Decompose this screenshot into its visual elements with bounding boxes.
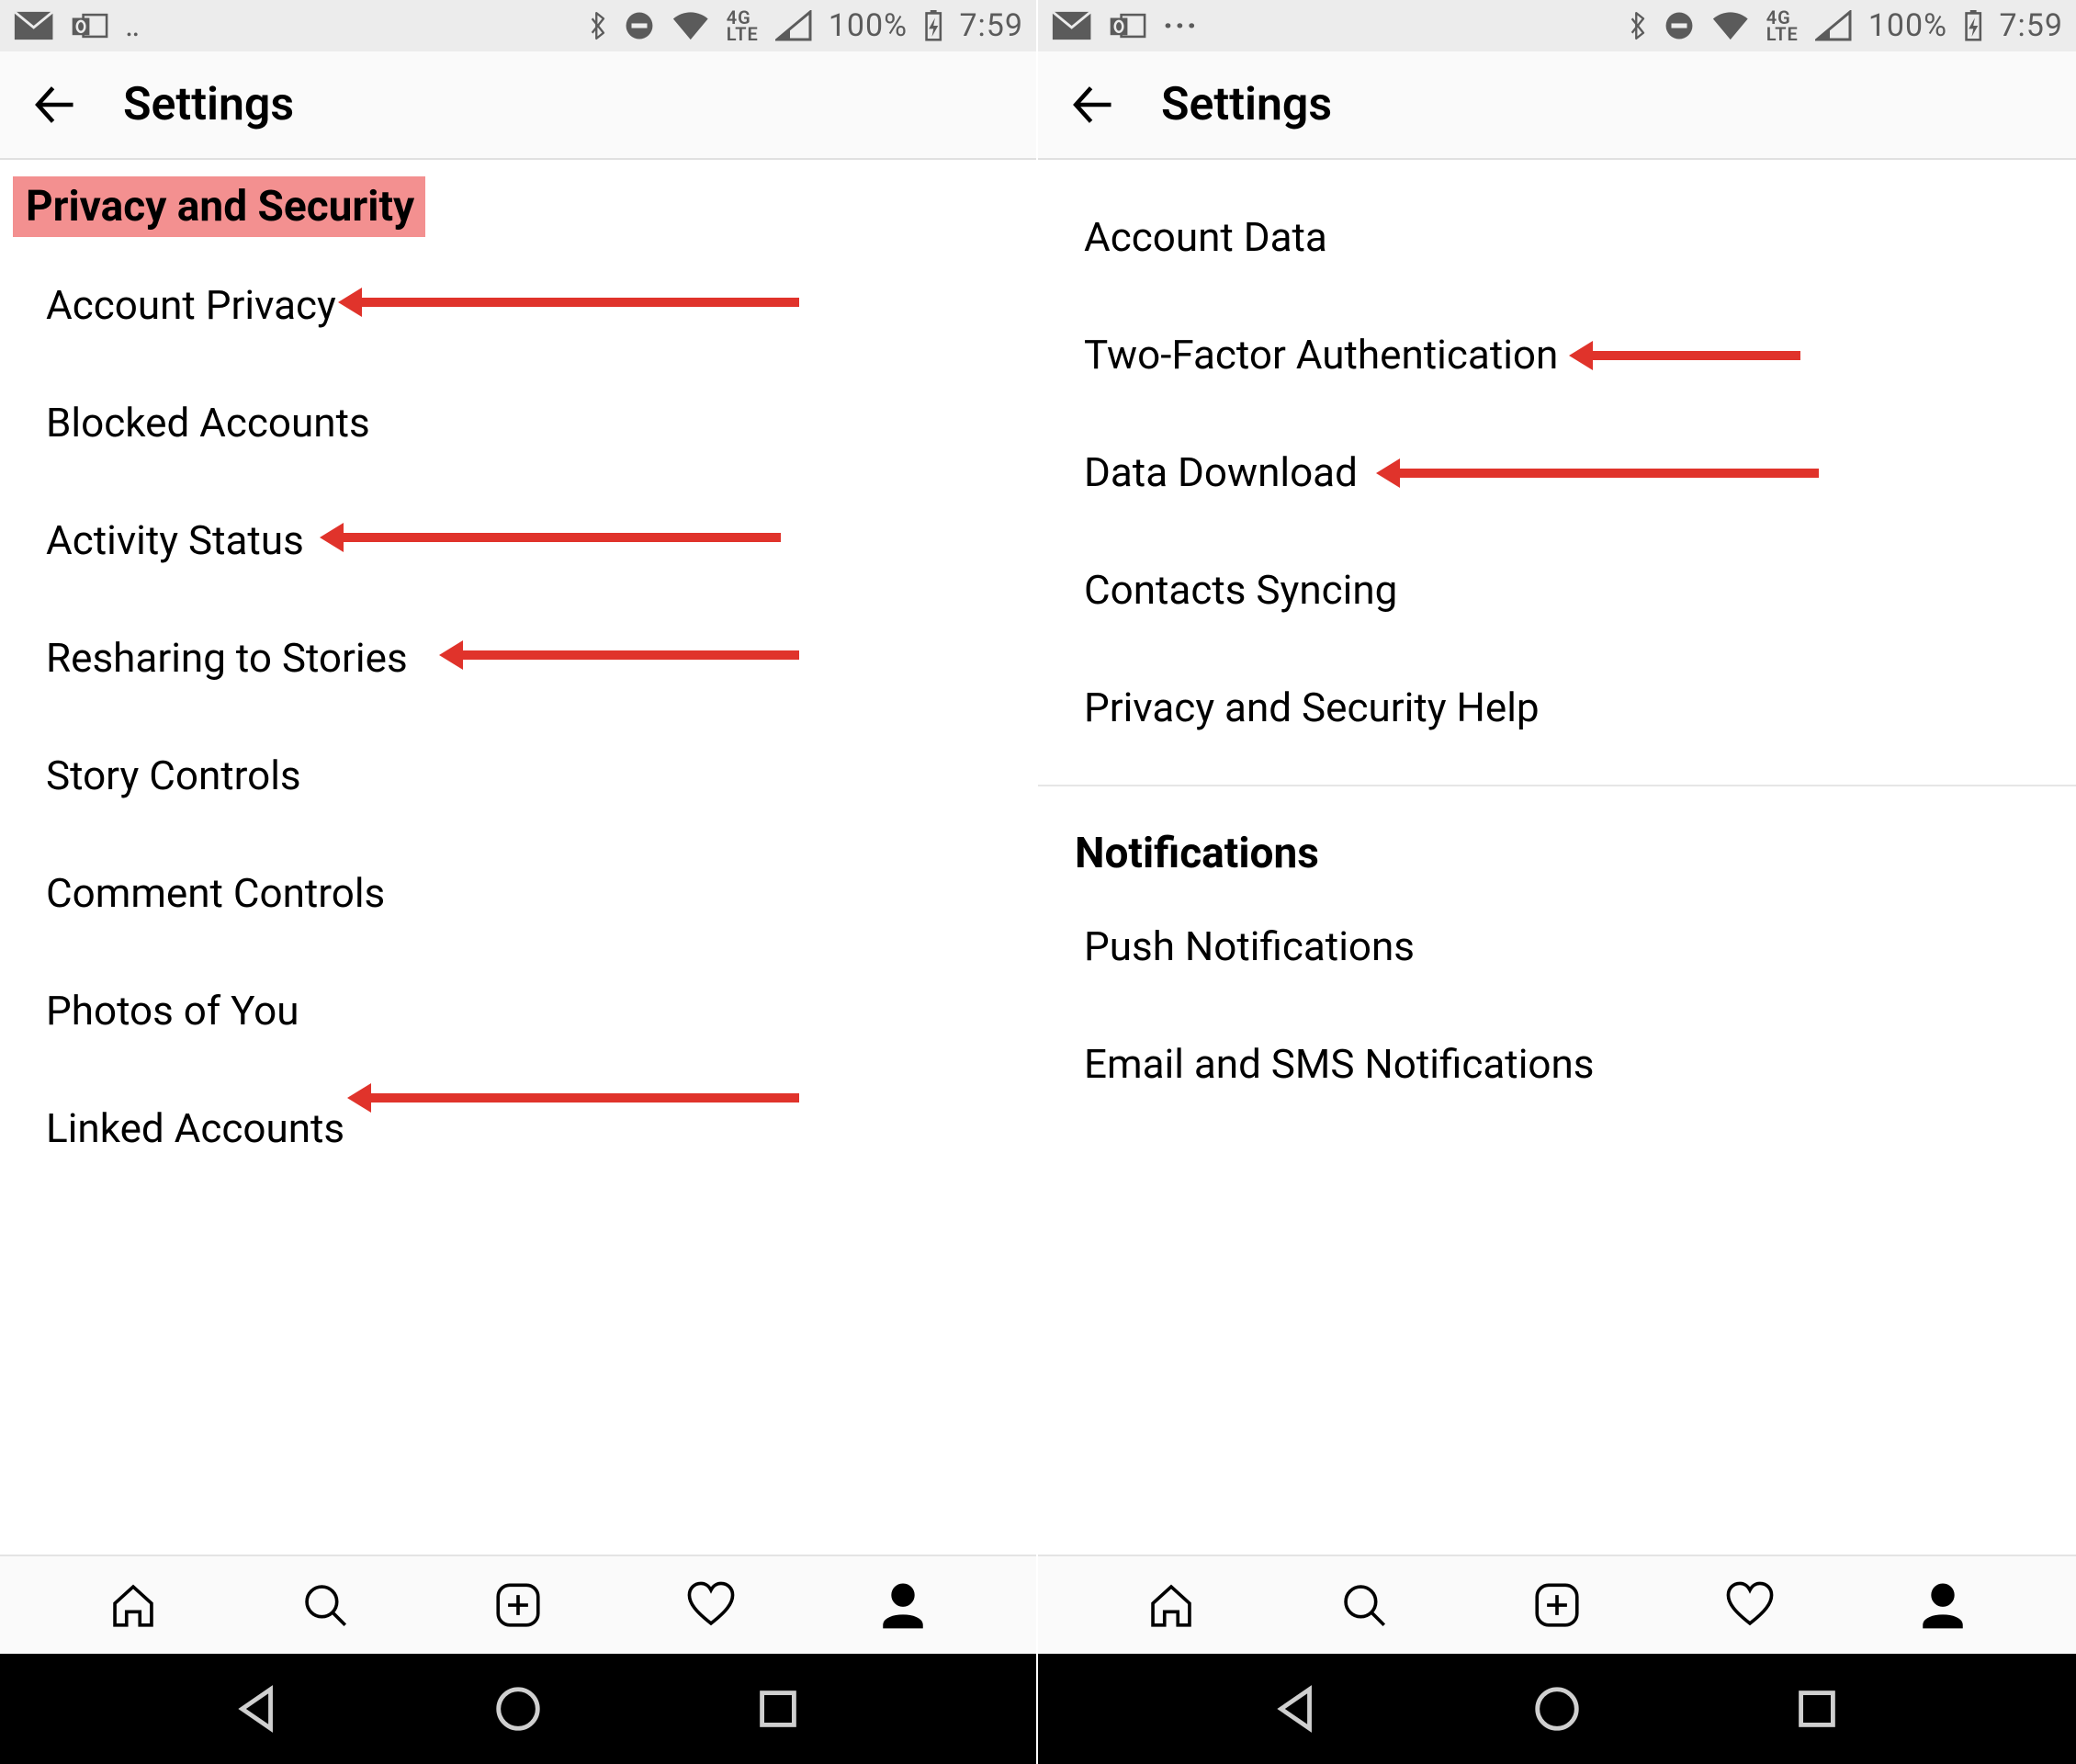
item-label: Data Download — [1084, 448, 1358, 496]
app-bottom-nav — [1038, 1555, 2076, 1654]
item-email-sms-notifications[interactable]: Email and SMS Notifications — [1038, 1005, 2076, 1123]
item-label: Photos of You — [46, 987, 299, 1035]
item-push-notifications[interactable]: Push Notifications — [1038, 888, 2076, 1005]
more-notifications-icon: ··· — [1163, 6, 1199, 45]
phone-right: ··· 4GLTE 100% 7:59 Sett — [1038, 0, 2076, 1764]
android-home-button[interactable] — [1525, 1677, 1589, 1741]
item-label: Email and SMS Notifications — [1084, 1040, 1595, 1088]
item-linked-accounts[interactable]: Linked Accounts — [0, 1069, 1036, 1187]
settings-list[interactable]: Account Data Two-Factor Authentication D… — [1038, 160, 2076, 1555]
settings-list[interactable]: Privacy and Security Account Privacy Blo… — [0, 160, 1036, 1555]
section-header-privacy: Privacy and Security — [13, 176, 425, 237]
annotation-arrow — [1589, 351, 1800, 360]
battery-charging-icon — [1964, 10, 1982, 41]
android-nav-bar — [1038, 1654, 2076, 1764]
item-label: Privacy and Security Help — [1084, 684, 1540, 731]
item-label: Contacts Syncing — [1084, 566, 1397, 614]
annotation-arrow — [1396, 469, 1819, 478]
item-comment-controls[interactable]: Comment Controls — [0, 834, 1036, 952]
item-label: Two-Factor Authentication — [1084, 331, 1558, 379]
app-header: Settings — [1038, 51, 2076, 160]
item-label: Comment Controls — [46, 869, 385, 917]
nav-search-icon[interactable] — [296, 1576, 355, 1634]
android-status-bar: ‥ 4GLTE 100% 7:59 — [0, 0, 1036, 51]
section-divider — [1038, 785, 2076, 786]
android-overview-button[interactable] — [746, 1677, 810, 1741]
item-resharing-stories[interactable]: Resharing to Stories — [0, 599, 1036, 717]
status-bar-left-icons: ··· — [1051, 6, 1199, 45]
item-label: Linked Accounts — [46, 1104, 344, 1152]
wifi-icon — [1711, 10, 1750, 41]
nav-new-post-icon[interactable] — [1528, 1576, 1586, 1634]
cell-signal-icon — [1815, 10, 1852, 41]
item-blocked-accounts[interactable]: Blocked Accounts — [0, 364, 1036, 481]
nav-new-post-icon[interactable] — [489, 1576, 547, 1634]
nav-activity-icon[interactable] — [1721, 1576, 1779, 1634]
annotation-arrow — [367, 1093, 799, 1102]
status-bar-right-icons: 4GLTE 100% 7:59 — [588, 7, 1023, 44]
network-type-icon: 4GLTE — [1766, 9, 1799, 42]
item-label: Resharing to Stories — [46, 634, 408, 682]
item-account-privacy[interactable]: Account Privacy — [0, 246, 1036, 364]
app-header: Settings — [0, 51, 1036, 160]
outlook-icon — [1109, 10, 1146, 41]
do-not-disturb-icon — [1664, 10, 1695, 41]
item-label: Story Controls — [46, 752, 301, 799]
item-story-controls[interactable]: Story Controls — [0, 717, 1036, 834]
item-two-factor-auth[interactable]: Two-Factor Authentication — [1038, 296, 2076, 413]
app-bottom-nav — [0, 1555, 1036, 1654]
back-button[interactable] — [29, 75, 88, 134]
more-notifications-icon: ‥ — [125, 7, 143, 44]
item-label: Account Data — [1084, 213, 1327, 261]
battery-charging-icon — [924, 10, 942, 41]
phone-left: ‥ 4GLTE 100% 7:59 Set — [0, 0, 1038, 1764]
nav-home-icon[interactable] — [104, 1576, 163, 1634]
android-back-button[interactable] — [226, 1677, 290, 1741]
battery-percent: 100% — [1868, 7, 1947, 44]
item-privacy-help[interactable]: Privacy and Security Help — [1038, 649, 2076, 766]
annotation-arrow — [358, 298, 799, 307]
clock: 7:59 — [1999, 7, 2063, 44]
nav-activity-icon[interactable] — [682, 1576, 740, 1634]
item-contacts-syncing[interactable]: Contacts Syncing — [1038, 531, 2076, 649]
item-account-data[interactable]: Account Data — [1038, 160, 2076, 296]
nav-home-icon[interactable] — [1142, 1576, 1201, 1634]
nav-profile-icon[interactable] — [1913, 1576, 1972, 1634]
battery-percent: 100% — [829, 7, 908, 44]
network-type-icon: 4GLTE — [727, 9, 759, 42]
android-status-bar: ··· 4GLTE 100% 7:59 — [1038, 0, 2076, 51]
item-label: Push Notifications — [1084, 922, 1415, 970]
mail-icon — [1051, 10, 1092, 41]
page-title: Settings — [1161, 78, 1332, 131]
android-home-button[interactable] — [486, 1677, 550, 1741]
android-back-button[interactable] — [1265, 1677, 1329, 1741]
item-label: Account Privacy — [46, 281, 336, 329]
page-title: Settings — [123, 78, 294, 131]
mail-icon — [13, 10, 54, 41]
android-nav-bar — [0, 1654, 1036, 1764]
outlook-icon — [71, 10, 108, 41]
annotation-arrow — [459, 650, 799, 660]
clock: 7:59 — [959, 7, 1023, 44]
item-activity-status[interactable]: Activity Status — [0, 481, 1036, 599]
item-label: Activity Status — [46, 516, 304, 564]
status-bar-right-icons: 4GLTE 100% 7:59 — [1628, 7, 2063, 44]
nav-search-icon[interactable] — [1335, 1576, 1393, 1634]
cell-signal-icon — [775, 10, 812, 41]
do-not-disturb-icon — [624, 10, 655, 41]
item-data-download[interactable]: Data Download — [1038, 413, 2076, 531]
wifi-icon — [671, 10, 710, 41]
bluetooth-icon — [588, 10, 608, 41]
bluetooth-icon — [1628, 10, 1648, 41]
item-label: Blocked Accounts — [46, 399, 370, 447]
item-photos-of-you[interactable]: Photos of You — [0, 952, 1036, 1069]
nav-profile-icon[interactable] — [874, 1576, 932, 1634]
section-header-notifications: Notifications — [1038, 823, 1330, 884]
android-overview-button[interactable] — [1785, 1677, 1849, 1741]
back-button[interactable] — [1067, 75, 1126, 134]
annotation-arrow — [340, 533, 781, 542]
status-bar-left-icons: ‥ — [13, 7, 143, 44]
